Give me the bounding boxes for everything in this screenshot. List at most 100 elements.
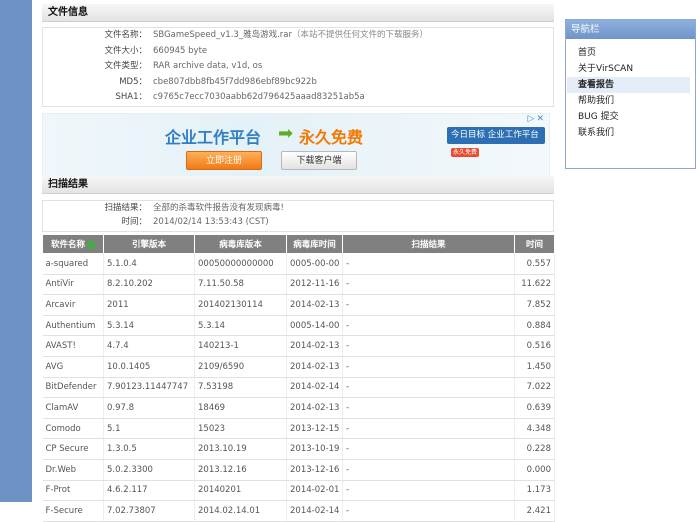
cell-engine-version: 4.6.2.117	[103, 480, 195, 502]
cell-software: BitDefender	[42, 377, 104, 399]
cell-db-time: 2012-11-16	[286, 274, 343, 296]
sha1-row: SHA1： c9765c7ecc7030aabb62d796425aaad832…	[43, 90, 553, 106]
cell-time: 0.884	[514, 315, 555, 337]
table-row: Comodo 5.1 15023 2013-12-15-4.348	[42, 418, 555, 440]
cell-db-version: 2109/6590	[194, 356, 287, 378]
cell-result: -	[342, 274, 515, 296]
cell-time: 4.348	[514, 418, 555, 440]
cell-software: Arcavir	[42, 294, 104, 316]
cell-software: a-squared	[42, 253, 104, 275]
col-engine-version[interactable]: 引擎版本	[103, 234, 195, 254]
nav-item[interactable]: 帮助我们	[567, 93, 690, 109]
cell-engine-version: 7.90123.11447747	[103, 377, 195, 399]
cell-software: AVG	[42, 356, 104, 378]
nav-list: 首页 关于VirSCAN 查看报告 帮助我们 BUG 提交 联系我们	[566, 39, 695, 141]
col-time[interactable]: 时间	[514, 234, 555, 254]
cell-db-version: 201402130114	[194, 294, 287, 316]
cell-db-time: 2014-02-14	[286, 377, 343, 399]
file-name-note: （本站不提供任何文件的下载服务）	[291, 30, 428, 40]
cell-db-time: 2014-02-13	[286, 335, 343, 357]
cell-time: 0.000	[514, 459, 555, 481]
table-row: BitDefender 7.90123.11447747 7.53198 2014-0…	[42, 377, 555, 399]
col-virus-db-time[interactable]: 病毒库时间	[286, 234, 343, 254]
ad-choices-icon[interactable]: ▷✕	[528, 114, 546, 124]
table-row: AVAST! 4.7.4 140213-1 2014-02-13-0.516	[42, 335, 555, 357]
scan-time-row: 时间： 2014/02/14 13:53:43 (CST)	[43, 215, 553, 229]
col-virus-db-version[interactable]: 病毒库版本	[194, 234, 287, 254]
cell-engine-version: 0.97.8	[103, 397, 195, 419]
scan-result-value: 全部的杀毒软件报告没有发现病毒!	[153, 203, 284, 213]
nav-item[interactable]: 首页	[567, 45, 690, 61]
scan-result-label: 扫描结果：	[104, 203, 147, 213]
scan-summary-box: 扫描结果： 全部的杀毒软件报告没有发现病毒! 时间： 2014/02/14 13…	[42, 200, 554, 232]
md5-row: MD5： cbe807dbb8fb45f7dd986ebf89bc922b	[43, 75, 553, 91]
cell-db-version: 140213-1	[194, 335, 287, 357]
cell-result: -	[342, 397, 515, 419]
cell-result: -	[342, 500, 515, 522]
sha1-value: c9765c7ecc7030aabb62d796425aaad83251ab5a	[153, 92, 365, 102]
cell-result: -	[342, 480, 515, 502]
cell-db-time: 2014-02-14	[286, 500, 343, 522]
cell-time: 1.450	[514, 356, 555, 378]
table-row: Dr.Web 5.0.2.3300 2013.12.16 2013-12-16-0.0…	[42, 459, 555, 481]
nav-item[interactable]: BUG 提交	[567, 109, 690, 125]
nav-item[interactable]: 查看报告	[567, 77, 690, 93]
file-size-value: 660945 byte	[153, 45, 208, 56]
cell-time: 0.557	[514, 253, 555, 275]
col-software-name[interactable]: 软件名称	[42, 234, 104, 254]
cell-db-version: 20140201	[194, 480, 287, 502]
cell-result: -	[342, 459, 515, 481]
table-row: AVG 10.0.1405 2109/6590 2014-02-13-1.450	[42, 356, 555, 378]
cell-result: -	[342, 356, 515, 378]
nav-item[interactable]: 联系我们	[567, 125, 690, 141]
cell-db-time: 2013-12-15	[286, 418, 343, 440]
cell-software: Comodo	[42, 418, 104, 440]
cell-result: -	[342, 438, 515, 460]
ad-right-badge: 永久免费	[451, 148, 480, 157]
col-scan-result[interactable]: 扫描结果	[342, 234, 515, 254]
cell-db-time: 2014-02-13	[286, 397, 343, 419]
cell-db-version: 2014.02.14.01	[194, 500, 287, 522]
sort-icon[interactable]	[87, 240, 95, 249]
cell-engine-version: 10.0.1405	[103, 356, 195, 378]
table-row: F-Secure 7.02.73807 2014.02.14.01 2014-02-1…	[42, 500, 555, 522]
md5-label: MD5：	[119, 76, 147, 87]
scan-time-value: 2014/02/14 13:53:43 (CST)	[153, 217, 269, 227]
file-type-value: RAR archive data, v1d, os	[153, 61, 263, 71]
register-button[interactable]: 立即注册	[186, 151, 262, 170]
ad-right-text: 今日目标 企业工作平台	[451, 130, 539, 140]
cell-db-version: 5.3.14	[194, 315, 287, 337]
ad-right-box[interactable]: 今日目标 企业工作平台 永久免费	[447, 127, 545, 157]
table-row: a-squared 5.1.0.4 00050000000000 0005-00-00…	[42, 253, 555, 275]
file-type-label: 文件类型：	[104, 61, 147, 71]
cell-time: 11.622	[514, 274, 555, 296]
cell-db-version: 2013.12.16	[194, 459, 287, 481]
cell-db-version: 7.53198	[194, 377, 287, 399]
download-client-button[interactable]: 下载客户端	[281, 151, 357, 170]
file-name-row: 文件名称： SBGameSpeed_v1.3_雅岛游戏.rar （本站不提供任何…	[43, 28, 553, 44]
cell-software: F-Prot	[42, 480, 104, 502]
file-info-header: 文件信息	[42, 4, 554, 22]
cell-db-version: 00050000000000	[194, 253, 287, 275]
ad-banner[interactable]: 企业工作平台 ➡ 永久免费 立即注册 下载客户端 今日目标 企业工作平台 永久免…	[42, 113, 550, 177]
file-info-box: 文件名称： SBGameSpeed_v1.3_雅岛游戏.rar （本站不提供任何…	[42, 27, 554, 107]
cell-software: ClamAV	[42, 397, 104, 419]
file-size-label: 文件大小：	[104, 45, 147, 56]
nav-item[interactable]: 关于VirSCAN	[567, 61, 690, 77]
cell-time: 2.421	[514, 500, 555, 522]
file-name-label: 文件名称：	[104, 30, 147, 40]
table-row: F-Prot 4.6.2.117 20140201 2014-02-01-1.173	[42, 480, 555, 502]
nav-header: 导航栏	[566, 20, 695, 39]
cell-db-time: 0005-14-00	[286, 315, 343, 337]
left-sidebar-strip	[0, 0, 32, 502]
sha1-label: SHA1：	[115, 92, 147, 102]
cell-software: CP Secure	[42, 438, 104, 460]
table-header-row: 软件名称 引擎版本 病毒库版本 病毒库时间 扫描结果 时间	[42, 234, 555, 254]
cell-engine-version: 8.2.10.202	[103, 274, 195, 296]
cell-db-version: 18469	[194, 397, 287, 419]
cell-time: 0.639	[514, 397, 555, 419]
cell-db-time: 2014-02-13	[286, 356, 343, 378]
table-row: CP Secure 1.3.0.5 2013.10.19 2013-10-19-0.2…	[42, 438, 555, 460]
cell-db-version: 15023	[194, 418, 287, 440]
cell-engine-version: 5.1.0.4	[103, 253, 195, 275]
